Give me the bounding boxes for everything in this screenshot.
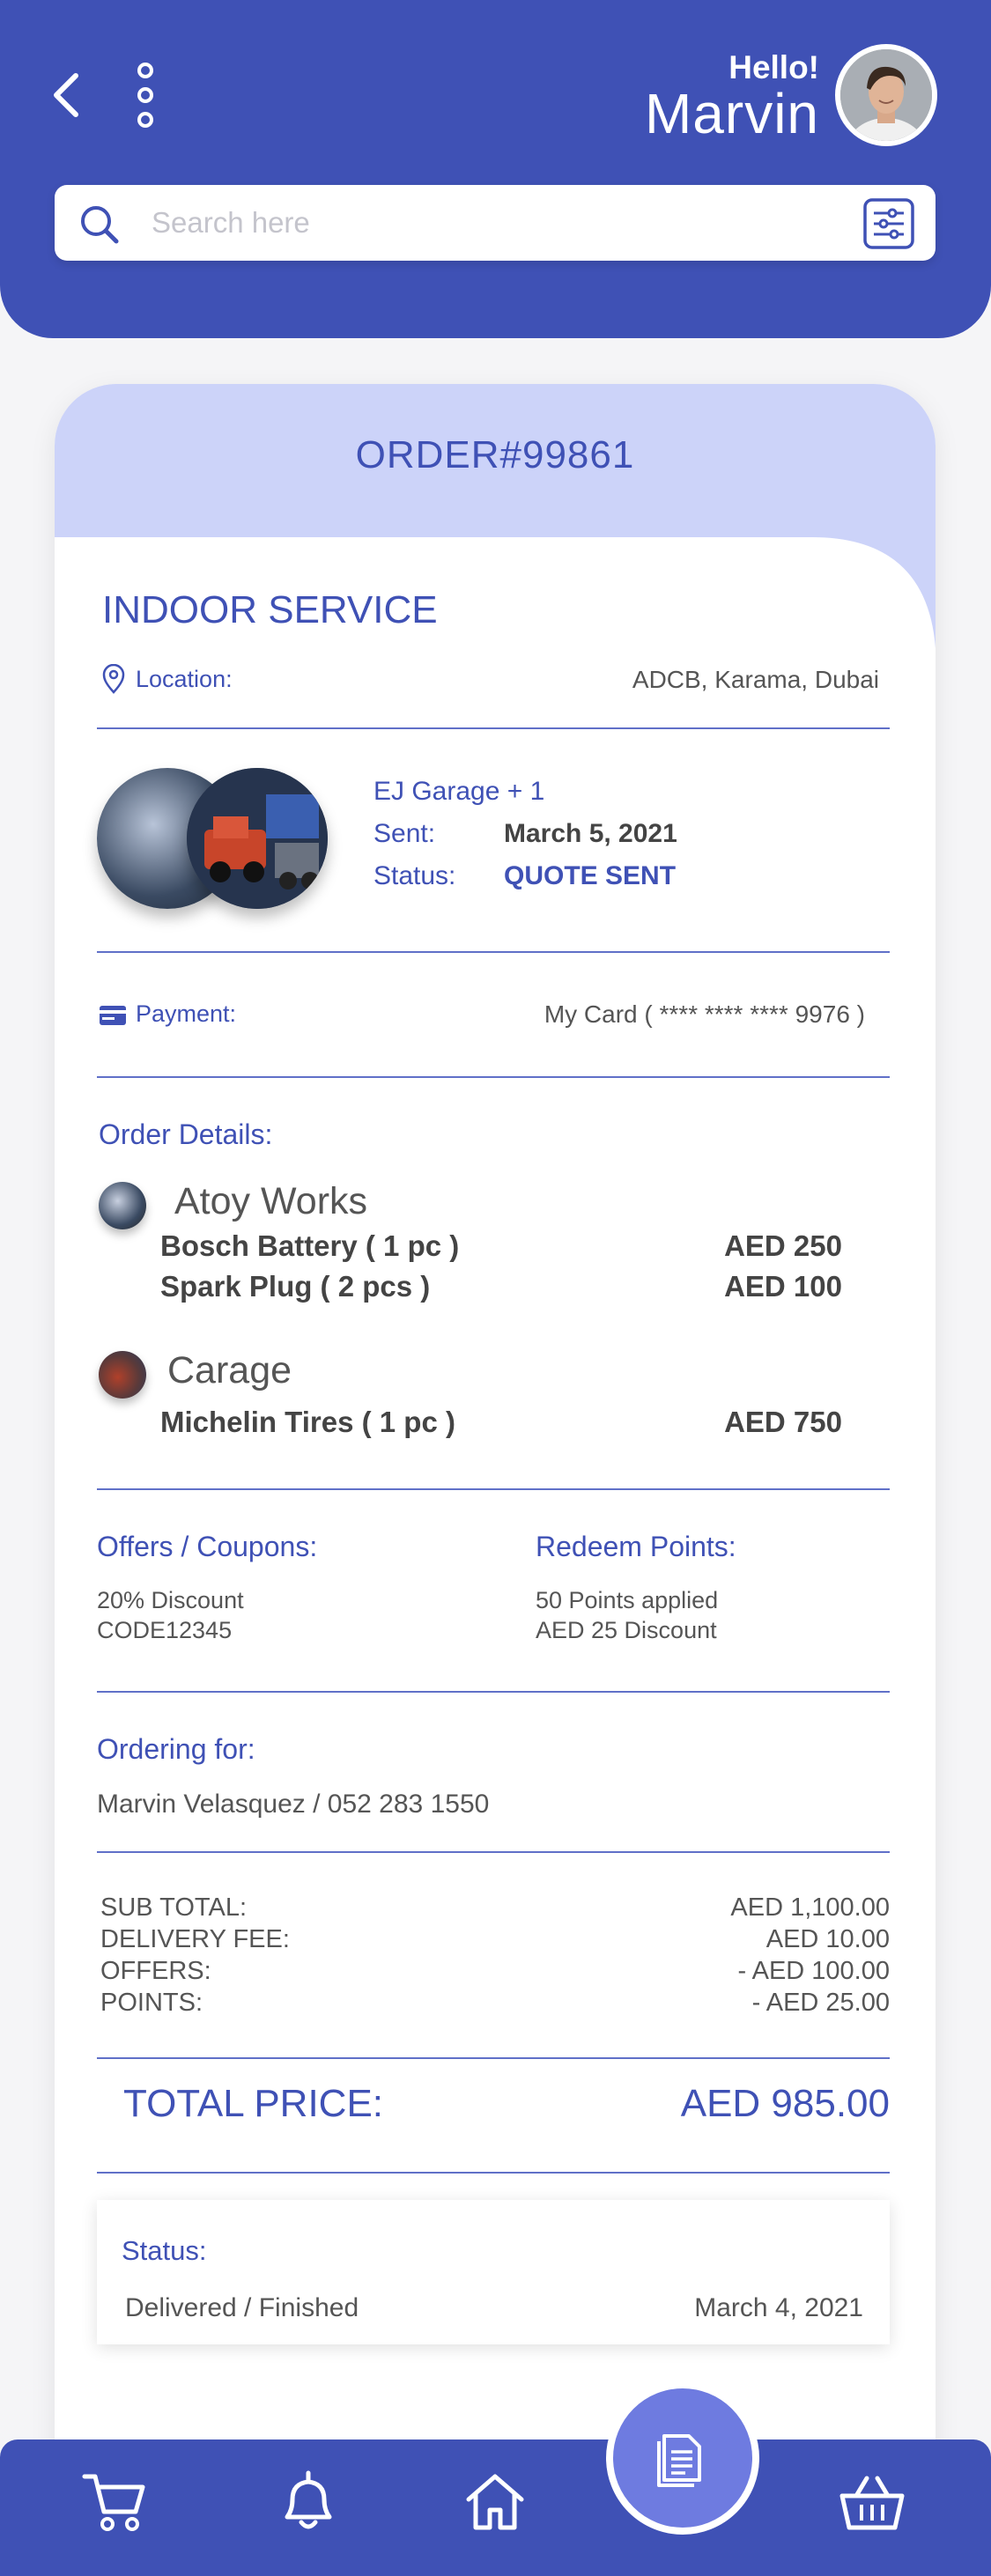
order-item-price: AED 750	[724, 1406, 842, 1438]
bell-icon	[285, 2470, 332, 2529]
payment-method[interactable]: My Card ( **** **** **** 9976 )	[544, 1000, 865, 1029]
order-item-name: Michelin Tires ( 1 pc )	[160, 1406, 455, 1438]
offer-discount: 20% Discount	[97, 1587, 244, 1613]
order-number: ORDER#99861	[355, 433, 635, 476]
location-value: ADCB, Karama, Dubai	[632, 666, 879, 693]
home-icon	[466, 2474, 524, 2530]
points-label: POINTS:	[100, 1989, 203, 2017]
bottom-navigation	[0, 2439, 991, 2576]
ordering-for-title: Ordering for:	[97, 1733, 255, 1765]
status-value: QUOTE SENT	[504, 861, 677, 890]
filter-button[interactable]	[862, 197, 915, 250]
delivery-fee-value: AED 10.00	[765, 1925, 890, 1953]
shop-image	[99, 1351, 146, 1399]
order-details-title: Order Details:	[99, 1118, 273, 1150]
search-input[interactable]	[152, 201, 803, 245]
divider	[97, 1488, 890, 1490]
avatar[interactable]	[835, 44, 937, 146]
nav-cart-button[interactable]	[79, 2466, 150, 2536]
divider	[97, 2057, 890, 2059]
username: Marvin	[644, 82, 819, 145]
points-value: - AED 25.00	[751, 1989, 890, 2017]
offers-title: Offers / Coupons:	[97, 1531, 318, 1562]
shop-image	[99, 1182, 146, 1229]
redeem-discount: AED 25 Discount	[536, 1617, 717, 1643]
filter-sliders-icon	[863, 198, 914, 249]
offer-code: CODE12345	[97, 1617, 233, 1643]
nav-home-button[interactable]	[460, 2466, 530, 2536]
delivery-fee-label: DELIVERY FEE:	[100, 1925, 290, 1953]
more-options-button[interactable]	[132, 62, 159, 129]
order-card: ORDER#99861 INDOOR SERVICE Location: ADC…	[55, 384, 936, 2462]
ordering-for-value: Marvin Velasquez / 052 283 1550	[97, 1790, 490, 1819]
shop-name: Carage	[167, 1349, 292, 1391]
redeem-points: 50 Points applied	[536, 1587, 719, 1613]
credit-card-icon	[100, 1006, 126, 1025]
nav-basket-button[interactable]	[837, 2466, 907, 2536]
payment-label: Payment:	[136, 1000, 237, 1027]
delivery-status-box: Status: Delivered / Finished March 4, 20…	[97, 2200, 890, 2344]
nav-notifications-button[interactable]	[273, 2466, 344, 2536]
order-item-price: AED 100	[724, 1270, 842, 1303]
subtotal-value: AED 1,100.00	[730, 1893, 890, 1922]
subtotal-label: SUB TOTAL:	[100, 1893, 247, 1922]
garage-image	[187, 768, 328, 909]
app-header: Hello! Marvin	[0, 0, 991, 338]
divider	[97, 1076, 890, 1078]
divider	[97, 951, 890, 953]
sent-label: Sent:	[373, 819, 436, 848]
offers-label: OFFERS:	[100, 1957, 211, 1985]
basket-icon	[839, 2476, 905, 2530]
total-price-label: TOTAL PRICE:	[123, 2082, 384, 2125]
search-icon	[81, 206, 119, 244]
garage-name: EJ Garage + 1	[373, 777, 545, 806]
divider	[97, 1851, 890, 1853]
sent-date: March 5, 2021	[504, 819, 677, 848]
cart-icon	[82, 2474, 145, 2531]
more-vertical-icon	[137, 63, 153, 128]
order-item-price: AED 250	[724, 1229, 842, 1262]
divider	[97, 727, 890, 729]
redeem-title: Redeem Points:	[536, 1531, 736, 1562]
shop-name: Atoy Works	[174, 1180, 368, 1222]
divider	[97, 2172, 890, 2174]
total-price-value: AED 985.00	[680, 2082, 890, 2125]
status-label: Status:	[373, 861, 456, 890]
divider	[97, 1691, 890, 1693]
orders-document-icon	[657, 2434, 701, 2487]
order-item-name: Bosch Battery ( 1 pc )	[160, 1229, 460, 1262]
delivery-status: Delivered / Finished	[125, 2293, 359, 2322]
delivery-date: March 4, 2021	[694, 2293, 863, 2322]
location-label: Location:	[136, 666, 233, 692]
offers-value: - AED 100.00	[737, 1957, 891, 1985]
order-item-name: Spark Plug ( 2 pcs )	[160, 1270, 431, 1303]
orders-fab-button[interactable]	[606, 2381, 759, 2535]
back-button[interactable]	[49, 69, 85, 122]
status-box-title: Status:	[122, 2235, 207, 2266]
service-type: INDOOR SERVICE	[102, 588, 438, 631]
search-bar[interactable]	[55, 185, 936, 261]
location-pin-icon	[102, 664, 125, 694]
